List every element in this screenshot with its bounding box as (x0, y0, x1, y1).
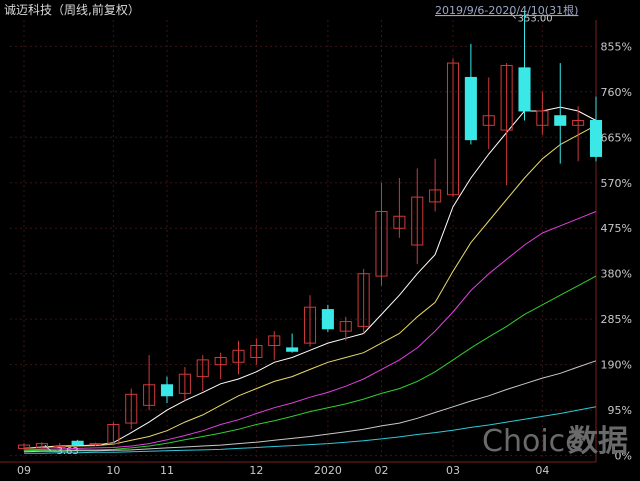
candle-body-down (321, 309, 334, 330)
y-tick-label: 760% (601, 86, 632, 99)
candle-body-down (71, 440, 84, 446)
x-tick-label: 03 (446, 464, 460, 477)
candle-body-down (518, 67, 531, 112)
watermark-shuju: 数据 (568, 424, 628, 459)
chart-background (0, 0, 640, 481)
x-tick-label: 2020 (314, 464, 342, 477)
x-tick-label: 02 (375, 464, 389, 477)
y-tick-label: 570% (601, 177, 632, 190)
x-tick-label: 10 (106, 464, 120, 477)
x-tick-label: 09 (17, 464, 31, 477)
candle-body-down (554, 115, 567, 126)
y-tick-label: 380% (601, 268, 632, 281)
candle-body-down (464, 76, 477, 141)
candle-body-down (160, 384, 174, 397)
x-tick-label: 11 (160, 464, 174, 477)
candle-body-down (286, 347, 299, 352)
y-tick-label: 285% (601, 313, 632, 326)
candle-body-up (89, 443, 102, 446)
x-tick-label: 04 (535, 464, 549, 477)
y-tick-label: 95% (608, 404, 632, 417)
candlestick-chart: 0%95%190%285%380%475%570%665%760%855% 09… (0, 0, 640, 481)
date-range-link[interactable]: 2019/9/6-2020/4/10(31根) (435, 3, 578, 17)
y-tick-label: 190% (601, 359, 632, 372)
y-tick-label: 475% (601, 222, 632, 235)
x-tick-label: 12 (249, 464, 263, 477)
y-tick-label: 855% (601, 40, 632, 53)
y-tick-label: 665% (601, 131, 632, 144)
annotation-label: -3.63 (53, 446, 79, 457)
chart-title: 诚迈科技（周线,前复权） (4, 2, 140, 17)
